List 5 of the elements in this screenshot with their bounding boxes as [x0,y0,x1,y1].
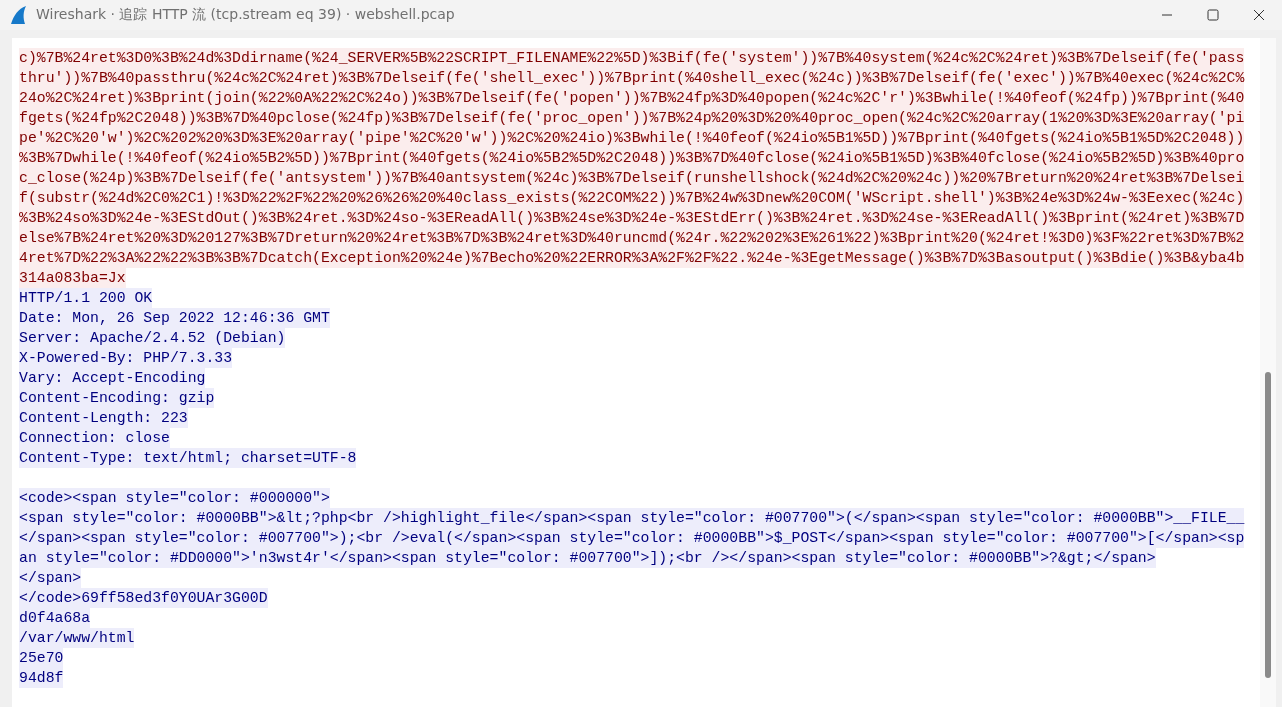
shark-fin-icon [8,5,28,25]
maximize-icon [1207,9,1219,21]
scrollbar[interactable] [1260,38,1276,707]
window-title: Wireshark · 追踪 HTTP 流 (tcp.stream eq 39) · webshell.pcap [36,6,456,24]
close-icon [1253,9,1265,21]
